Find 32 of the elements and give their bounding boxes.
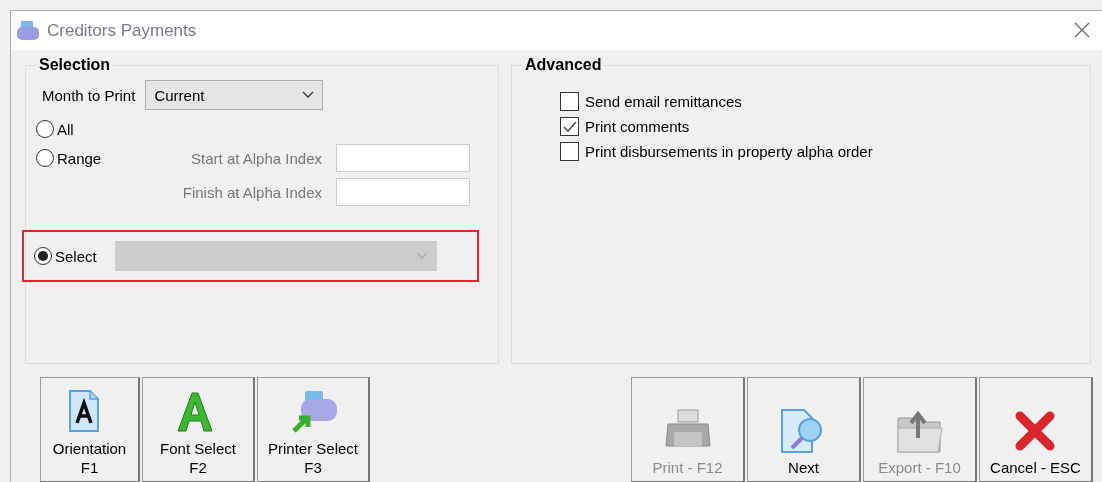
radio-button[interactable] [34, 247, 52, 265]
toolbar-button[interactable]: Cancel - ESC [979, 377, 1093, 482]
checkbox[interactable] [560, 142, 579, 161]
radio-label: All [57, 120, 74, 138]
radio-button[interactable] [36, 149, 54, 167]
text-field[interactable] [336, 144, 470, 172]
chevron-down-icon [415, 252, 428, 260]
checkmark-icon [562, 120, 577, 133]
printer-icon [15, 19, 41, 42]
field-label: Start at Alpha Index [190, 149, 323, 167]
toolbar-button[interactable]: Orientation F1 [40, 377, 140, 482]
toolbar-button[interactable]: Printer Select F3 [257, 377, 370, 482]
window-title: Creditors Payments [47, 20, 198, 41]
month-dropdown[interactable]: Current [145, 80, 324, 110]
toolbar-button[interactable]: Font Select F2 [142, 377, 255, 482]
group-title: Advanced [524, 56, 603, 74]
checkbox[interactable] [560, 92, 579, 111]
checkbox-label: Print comments [585, 118, 690, 135]
field-label: Month to Print [42, 86, 136, 104]
checkbox-label: Print disbursements in property alpha order [585, 143, 873, 160]
field-label: Finish at Alpha Index [181, 183, 323, 201]
radio-label: Select [55, 247, 97, 265]
close-icon [1074, 22, 1090, 38]
toolbar-button[interactable]: Next [747, 377, 861, 482]
checkbox-label: Send email remittances [585, 93, 742, 110]
chevron-down-icon [302, 91, 315, 99]
radio-button[interactable] [36, 120, 54, 138]
radio-label: Range [57, 149, 102, 167]
group-title: Selection [38, 56, 112, 74]
checkbox[interactable] [560, 117, 579, 136]
text-field[interactable] [336, 178, 470, 206]
folder-icon [895, 408, 944, 454]
